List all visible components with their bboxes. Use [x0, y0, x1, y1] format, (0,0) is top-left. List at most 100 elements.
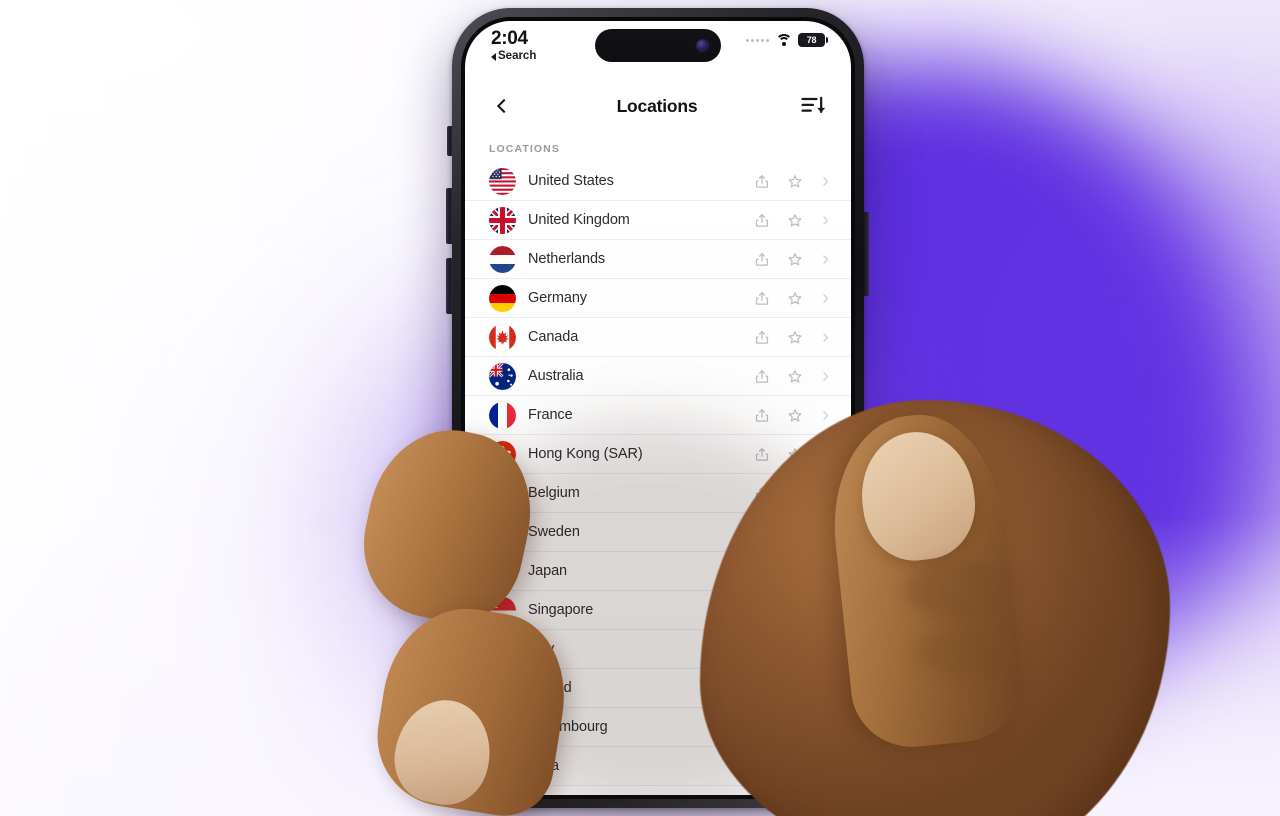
location-row[interactable]: Italy — [465, 630, 851, 669]
sort-descending-icon — [801, 96, 826, 113]
location-row[interactable]: Japan — [465, 552, 851, 591]
navigation-arrow-icon — [804, 737, 818, 756]
location-row[interactable]: Ireland — [465, 669, 851, 708]
star-outline-icon[interactable] — [787, 680, 803, 697]
flag-ca-icon — [489, 323, 516, 351]
share-icon[interactable] — [754, 680, 770, 697]
sort-button[interactable] — [799, 93, 827, 119]
share-icon[interactable] — [754, 173, 770, 190]
location-name: Germany — [528, 290, 587, 306]
location-name: Canada — [528, 329, 579, 345]
share-icon[interactable] — [754, 407, 770, 424]
location-row[interactable]: France — [465, 396, 851, 435]
star-outline-icon[interactable] — [787, 563, 803, 580]
location-row[interactable]: Canada — [465, 318, 851, 357]
star-outline-icon[interactable] — [787, 524, 803, 541]
screenshot-stage: 2:04 Search 78 Locations LOCATIONS Unite… — [0, 0, 1280, 816]
row-actions — [754, 173, 831, 190]
star-outline-icon[interactable] — [787, 368, 803, 385]
flag-it-icon — [489, 635, 516, 663]
share-icon[interactable] — [754, 290, 770, 307]
share-icon[interactable] — [754, 641, 770, 658]
chevron-right-icon[interactable] — [820, 408, 831, 423]
share-icon[interactable] — [754, 368, 770, 385]
device-bezel: 2:04 Search 78 Locations LOCATIONS Unite… — [461, 17, 855, 799]
flag-se-icon — [489, 518, 516, 546]
flag-us-icon — [489, 167, 516, 195]
star-outline-icon[interactable] — [787, 329, 803, 346]
location-name: Belgium — [528, 485, 580, 501]
star-outline-icon[interactable] — [787, 251, 803, 268]
row-actions — [754, 329, 831, 346]
location-row[interactable]: Hong Kong (SAR) — [465, 435, 851, 474]
row-actions — [754, 485, 831, 502]
battery-icon: 78 — [798, 33, 828, 47]
share-icon[interactable] — [754, 563, 770, 580]
locations-list[interactable]: United States United Kingdom Netherlands… — [465, 162, 851, 795]
flag-hk-icon — [489, 440, 516, 468]
flag-nl-icon — [489, 245, 516, 273]
page-title: Locations — [616, 95, 698, 116]
star-outline-icon[interactable] — [787, 602, 803, 619]
location-fab-button[interactable] — [785, 721, 837, 773]
star-outline-icon[interactable] — [787, 446, 803, 463]
location-row[interactable]: United Kingdom — [465, 201, 851, 240]
location-row[interactable]: Germany — [465, 279, 851, 318]
share-icon[interactable] — [754, 485, 770, 502]
star-outline-icon[interactable] — [787, 290, 803, 307]
chevron-right-icon[interactable] — [820, 486, 831, 501]
chevron-right-icon[interactable] — [820, 330, 831, 345]
share-icon[interactable] — [754, 602, 770, 619]
chevron-right-icon[interactable] — [820, 174, 831, 189]
share-icon[interactable] — [754, 251, 770, 268]
star-outline-icon[interactable] — [787, 212, 803, 229]
share-icon[interactable] — [754, 524, 770, 541]
dynamic-island[interactable] — [595, 29, 721, 62]
chevron-right-icon[interactable] — [820, 564, 831, 579]
location-row[interactable] — [465, 786, 851, 795]
chevron-right-icon[interactable] — [820, 681, 831, 696]
location-row[interactable]: United States — [465, 162, 851, 201]
flag-sg-icon — [489, 596, 516, 624]
battery-percent-label: 78 — [806, 35, 817, 45]
row-actions — [754, 446, 831, 463]
row-actions — [754, 680, 831, 697]
chevron-right-icon[interactable] — [820, 525, 831, 540]
chevron-right-icon[interactable] — [820, 213, 831, 228]
star-outline-icon[interactable] — [787, 407, 803, 424]
share-icon[interactable] — [754, 212, 770, 229]
location-name: Ireland — [528, 680, 572, 696]
status-bar-left: 2:04 Search — [491, 29, 536, 63]
share-icon[interactable] — [754, 719, 770, 736]
row-actions — [754, 563, 831, 580]
location-row[interactable]: Singapore — [465, 591, 851, 630]
location-name: Hong Kong (SAR) — [528, 446, 643, 462]
chevron-right-icon[interactable] — [820, 603, 831, 618]
location-row[interactable]: Belgium — [465, 474, 851, 513]
location-name: Italy — [528, 641, 555, 657]
star-outline-icon[interactable] — [787, 641, 803, 658]
share-icon[interactable] — [754, 758, 770, 775]
flag-gb-icon — [489, 206, 516, 234]
back-button[interactable] — [489, 93, 515, 119]
star-outline-icon[interactable] — [787, 173, 803, 190]
location-row[interactable]: Netherlands — [465, 240, 851, 279]
wifi-icon — [775, 33, 792, 47]
location-row[interactable]: Sweden — [465, 513, 851, 552]
chevron-right-icon[interactable] — [820, 369, 831, 384]
share-icon[interactable] — [754, 329, 770, 346]
chevron-left-icon — [496, 98, 512, 114]
row-actions — [754, 212, 831, 229]
location-name: United Kingdom — [528, 212, 630, 228]
back-to-app-link[interactable]: Search — [491, 50, 536, 63]
chevron-right-icon[interactable] — [820, 642, 831, 657]
star-outline-icon[interactable] — [787, 485, 803, 502]
chevron-right-icon[interactable] — [820, 252, 831, 267]
chevron-right-icon[interactable] — [820, 291, 831, 306]
location-name: Luxembourg — [528, 719, 608, 735]
status-bar-right: 78 — [746, 29, 828, 47]
chevron-right-icon[interactable] — [820, 447, 831, 462]
share-icon[interactable] — [754, 446, 770, 463]
location-row[interactable]: Australia — [465, 357, 851, 396]
location-name: France — [528, 407, 573, 423]
